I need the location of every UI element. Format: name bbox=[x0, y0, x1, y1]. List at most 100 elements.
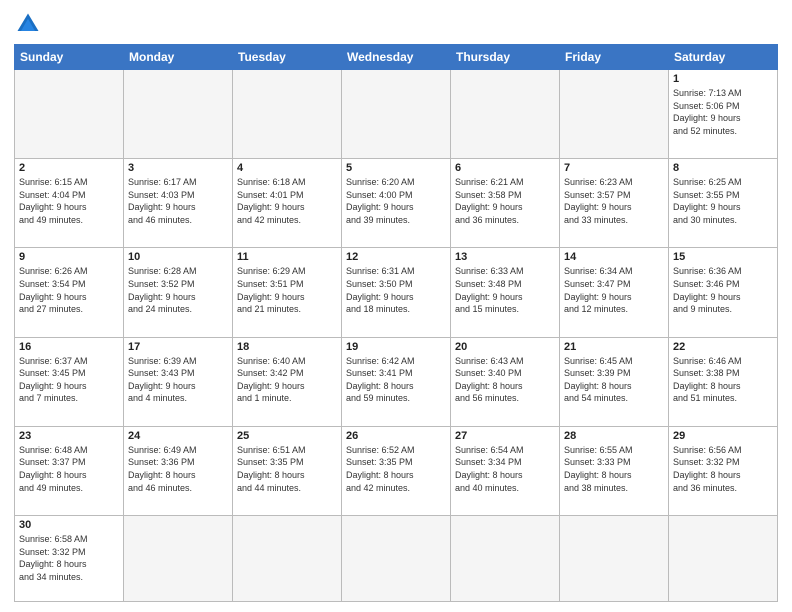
calendar-day-cell: 11 Sunrise: 6:29 AM Sunset: 3:51 PM Dayli… bbox=[233, 248, 342, 337]
day-number: 22 bbox=[673, 341, 773, 353]
day-number: 11 bbox=[237, 251, 337, 263]
calendar-day-cell bbox=[124, 70, 233, 159]
calendar-day-cell: 22 Sunrise: 6:46 AM Sunset: 3:38 PM Dayli… bbox=[669, 337, 778, 426]
calendar-day-header: Sunday bbox=[15, 45, 124, 70]
day-info: Sunrise: 6:54 AM Sunset: 3:34 PM Dayligh… bbox=[455, 444, 555, 494]
calendar-week-row: 16 Sunrise: 6:37 AM Sunset: 3:45 PM Dayli… bbox=[15, 337, 778, 426]
page: SundayMondayTuesdayWednesdayThursdayFrid… bbox=[0, 0, 792, 612]
day-info: Sunrise: 6:55 AM Sunset: 3:33 PM Dayligh… bbox=[564, 444, 664, 494]
calendar-day-cell: 6Sunrise: 6:21 AM Sunset: 3:58 PM Daylig… bbox=[451, 159, 560, 248]
day-info: Sunrise: 6:52 AM Sunset: 3:35 PM Dayligh… bbox=[346, 444, 446, 494]
calendar-day-cell: 24 Sunrise: 6:49 AM Sunset: 3:36 PM Dayli… bbox=[124, 426, 233, 515]
day-info: Sunrise: 6:15 AM Sunset: 4:04 PM Dayligh… bbox=[19, 176, 119, 226]
day-info: Sunrise: 6:46 AM Sunset: 3:38 PM Dayligh… bbox=[673, 355, 773, 405]
calendar-day-cell: 13 Sunrise: 6:33 AM Sunset: 3:48 PM Dayli… bbox=[451, 248, 560, 337]
calendar-day-cell: 18 Sunrise: 6:40 AM Sunset: 3:42 PM Dayli… bbox=[233, 337, 342, 426]
day-number: 29 bbox=[673, 430, 773, 442]
day-info: Sunrise: 6:58 AM Sunset: 3:32 PM Dayligh… bbox=[19, 533, 119, 583]
day-number: 9 bbox=[19, 251, 119, 263]
calendar-day-cell bbox=[15, 70, 124, 159]
day-number: 3 bbox=[128, 162, 228, 174]
day-info: Sunrise: 6:40 AM Sunset: 3:42 PM Dayligh… bbox=[237, 355, 337, 405]
day-number: 17 bbox=[128, 341, 228, 353]
day-info: Sunrise: 6:36 AM Sunset: 3:46 PM Dayligh… bbox=[673, 265, 773, 315]
day-info: Sunrise: 6:49 AM Sunset: 3:36 PM Dayligh… bbox=[128, 444, 228, 494]
day-number: 12 bbox=[346, 251, 446, 263]
day-number: 21 bbox=[564, 341, 664, 353]
calendar-day-cell: 25 Sunrise: 6:51 AM Sunset: 3:35 PM Dayli… bbox=[233, 426, 342, 515]
calendar-day-cell: 8 Sunrise: 6:25 AM Sunset: 3:55 PM Daylig… bbox=[669, 159, 778, 248]
calendar-day-cell: 19Sunrise: 6:42 AM Sunset: 3:41 PM Dayli… bbox=[342, 337, 451, 426]
calendar-day-cell bbox=[560, 70, 669, 159]
day-info: Sunrise: 6:31 AM Sunset: 3:50 PM Dayligh… bbox=[346, 265, 446, 315]
day-info: Sunrise: 6:25 AM Sunset: 3:55 PM Dayligh… bbox=[673, 176, 773, 226]
calendar-day-cell: 4Sunrise: 6:18 AM Sunset: 4:01 PM Daylig… bbox=[233, 159, 342, 248]
day-number: 26 bbox=[346, 430, 446, 442]
day-number: 24 bbox=[128, 430, 228, 442]
calendar-day-cell bbox=[342, 515, 451, 601]
day-info: Sunrise: 6:29 AM Sunset: 3:51 PM Dayligh… bbox=[237, 265, 337, 315]
day-info: Sunrise: 6:17 AM Sunset: 4:03 PM Dayligh… bbox=[128, 176, 228, 226]
day-info: Sunrise: 6:37 AM Sunset: 3:45 PM Dayligh… bbox=[19, 355, 119, 405]
day-number: 18 bbox=[237, 341, 337, 353]
day-number: 23 bbox=[19, 430, 119, 442]
calendar-day-cell: 15Sunrise: 6:36 AM Sunset: 3:46 PM Dayli… bbox=[669, 248, 778, 337]
calendar-day-header: Thursday bbox=[451, 45, 560, 70]
calendar-day-cell bbox=[233, 70, 342, 159]
day-info: Sunrise: 6:48 AM Sunset: 3:37 PM Dayligh… bbox=[19, 444, 119, 494]
day-number: 20 bbox=[455, 341, 555, 353]
day-info: Sunrise: 6:39 AM Sunset: 3:43 PM Dayligh… bbox=[128, 355, 228, 405]
calendar-day-cell: 14 Sunrise: 6:34 AM Sunset: 3:47 PM Dayli… bbox=[560, 248, 669, 337]
day-number: 5 bbox=[346, 162, 446, 174]
calendar-day-cell bbox=[669, 515, 778, 601]
calendar-day-cell bbox=[560, 515, 669, 601]
calendar-table: SundayMondayTuesdayWednesdayThursdayFrid… bbox=[14, 44, 778, 602]
day-info: Sunrise: 6:43 AM Sunset: 3:40 PM Dayligh… bbox=[455, 355, 555, 405]
day-number: 8 bbox=[673, 162, 773, 174]
calendar-day-cell: 17 Sunrise: 6:39 AM Sunset: 3:43 PM Dayli… bbox=[124, 337, 233, 426]
calendar-day-cell: 23 Sunrise: 6:48 AM Sunset: 3:37 PM Dayli… bbox=[15, 426, 124, 515]
calendar-day-cell: 10Sunrise: 6:28 AM Sunset: 3:52 PM Dayli… bbox=[124, 248, 233, 337]
day-number: 25 bbox=[237, 430, 337, 442]
calendar-day-cell: 12 Sunrise: 6:31 AM Sunset: 3:50 PM Dayli… bbox=[342, 248, 451, 337]
calendar-day-header: Tuesday bbox=[233, 45, 342, 70]
day-info: Sunrise: 6:18 AM Sunset: 4:01 PM Dayligh… bbox=[237, 176, 337, 226]
day-number: 10 bbox=[128, 251, 228, 263]
calendar-week-row: 2 Sunrise: 6:15 AM Sunset: 4:04 PM Daylig… bbox=[15, 159, 778, 248]
calendar-day-header: Saturday bbox=[669, 45, 778, 70]
day-info: Sunrise: 6:51 AM Sunset: 3:35 PM Dayligh… bbox=[237, 444, 337, 494]
calendar-day-cell: 27Sunrise: 6:54 AM Sunset: 3:34 PM Dayli… bbox=[451, 426, 560, 515]
day-number: 6 bbox=[455, 162, 555, 174]
calendar-day-header: Wednesday bbox=[342, 45, 451, 70]
day-info: Sunrise: 6:26 AM Sunset: 3:54 PM Dayligh… bbox=[19, 265, 119, 315]
calendar-day-cell bbox=[342, 70, 451, 159]
day-number: 28 bbox=[564, 430, 664, 442]
calendar-day-header: Friday bbox=[560, 45, 669, 70]
calendar-day-cell: 29Sunrise: 6:56 AM Sunset: 3:32 PM Dayli… bbox=[669, 426, 778, 515]
calendar-day-cell: 16 Sunrise: 6:37 AM Sunset: 3:45 PM Dayli… bbox=[15, 337, 124, 426]
day-info: Sunrise: 7:13 AM Sunset: 5:06 PM Dayligh… bbox=[673, 87, 773, 137]
calendar-day-cell: 28 Sunrise: 6:55 AM Sunset: 3:33 PM Dayli… bbox=[560, 426, 669, 515]
day-number: 14 bbox=[564, 251, 664, 263]
calendar-week-row: 30 Sunrise: 6:58 AM Sunset: 3:32 PM Dayli… bbox=[15, 515, 778, 601]
day-info: Sunrise: 6:20 AM Sunset: 4:00 PM Dayligh… bbox=[346, 176, 446, 226]
calendar-day-cell: 1 Sunrise: 7:13 AM Sunset: 5:06 PM Daylig… bbox=[669, 70, 778, 159]
calendar-day-header: Monday bbox=[124, 45, 233, 70]
calendar-day-cell bbox=[451, 515, 560, 601]
day-number: 1 bbox=[673, 73, 773, 85]
day-number: 30 bbox=[19, 519, 119, 531]
calendar-day-cell: 26 Sunrise: 6:52 AM Sunset: 3:35 PM Dayli… bbox=[342, 426, 451, 515]
day-number: 19 bbox=[346, 341, 446, 353]
logo-icon bbox=[14, 10, 42, 38]
day-number: 13 bbox=[455, 251, 555, 263]
calendar-day-cell: 3 Sunrise: 6:17 AM Sunset: 4:03 PM Daylig… bbox=[124, 159, 233, 248]
calendar-week-row: 1 Sunrise: 7:13 AM Sunset: 5:06 PM Daylig… bbox=[15, 70, 778, 159]
calendar-day-cell: 9 Sunrise: 6:26 AM Sunset: 3:54 PM Daylig… bbox=[15, 248, 124, 337]
day-info: Sunrise: 6:34 AM Sunset: 3:47 PM Dayligh… bbox=[564, 265, 664, 315]
day-number: 2 bbox=[19, 162, 119, 174]
calendar-day-cell: 21Sunrise: 6:45 AM Sunset: 3:39 PM Dayli… bbox=[560, 337, 669, 426]
day-info: Sunrise: 6:33 AM Sunset: 3:48 PM Dayligh… bbox=[455, 265, 555, 315]
calendar-day-cell: 7Sunrise: 6:23 AM Sunset: 3:57 PM Daylig… bbox=[560, 159, 669, 248]
day-number: 16 bbox=[19, 341, 119, 353]
calendar-day-cell: 5 Sunrise: 6:20 AM Sunset: 4:00 PM Daylig… bbox=[342, 159, 451, 248]
